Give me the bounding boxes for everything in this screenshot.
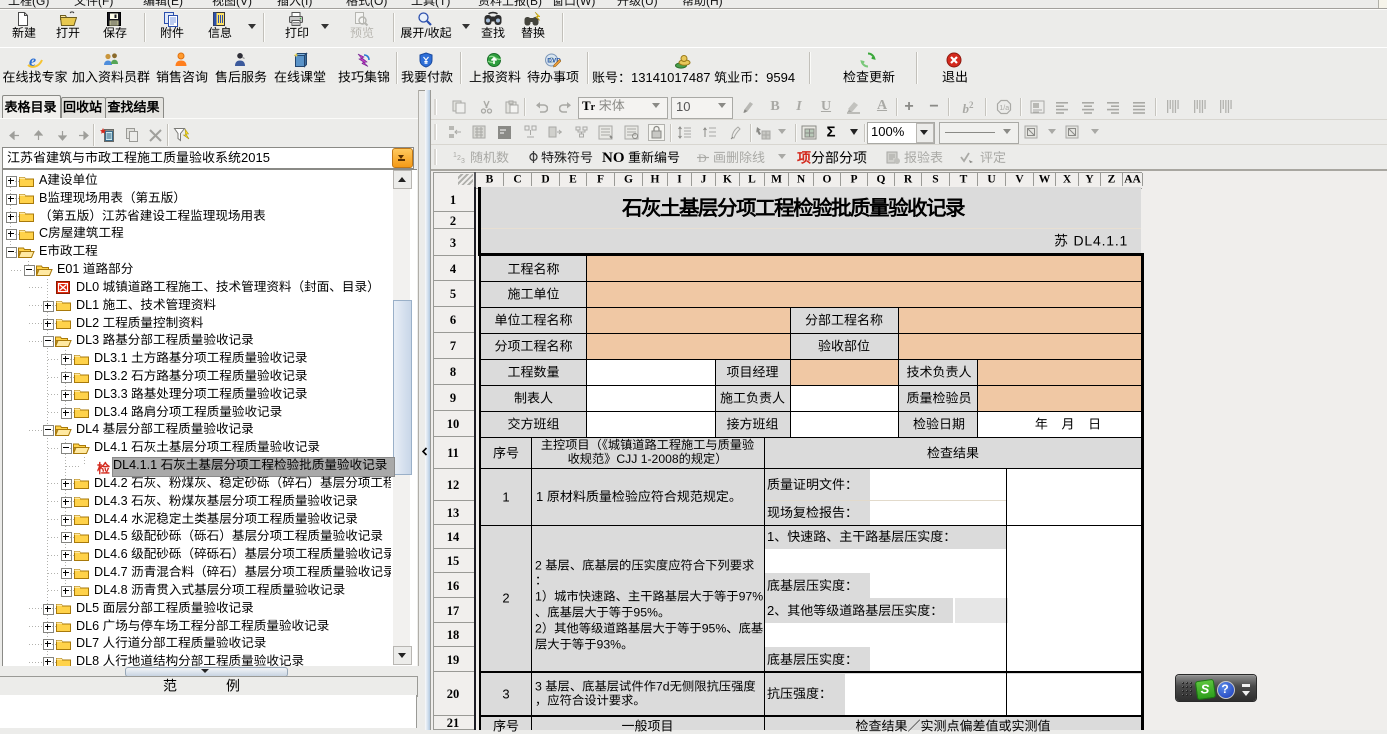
svg-text:1/a: 1/a (999, 105, 1009, 112)
svg-text:3: 3 (461, 158, 465, 165)
